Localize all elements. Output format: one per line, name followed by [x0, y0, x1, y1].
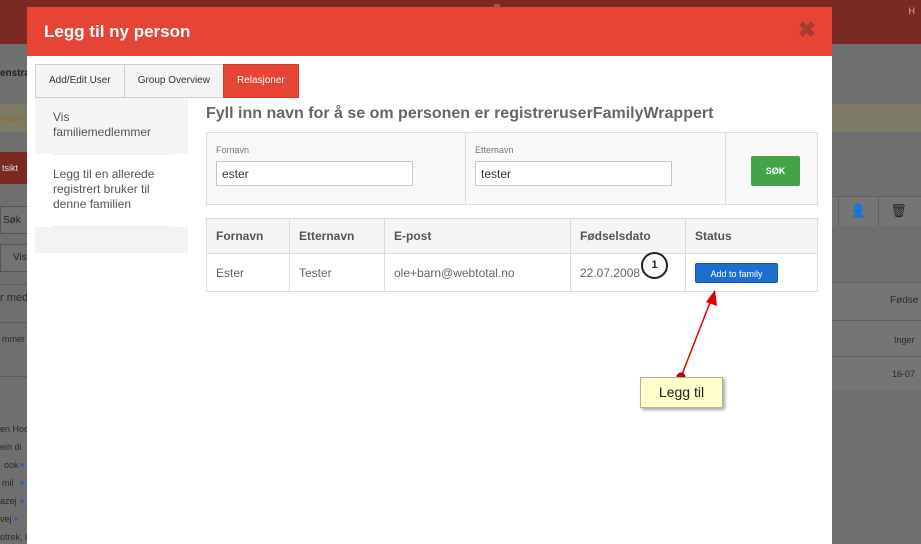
- tab-group-overview[interactable]: Group Overview: [123, 64, 224, 98]
- background-right-row: Inger: [832, 320, 921, 356]
- tab-add-edit-user[interactable]: Add/Edit User: [35, 64, 125, 98]
- table-row: Ester Tester ole+barn@webtotal.no 22.07.…: [206, 253, 818, 292]
- column-header-etternavn: Etternavn: [289, 218, 385, 254]
- background-label: vej: [0, 514, 12, 524]
- page-title: Fyll inn navn for å se om personen er re…: [206, 105, 714, 122]
- background-subheader-text: enstra: [0, 68, 31, 79]
- search-button[interactable]: SØK: [751, 156, 800, 186]
- cell-status: Add to family: [686, 254, 818, 292]
- add-to-family-button[interactable]: Add to family: [695, 262, 778, 283]
- results-table: Fornavn Etternavn E-post Fødselsdato Sta…: [206, 218, 818, 292]
- sidebar-empty-item: [35, 227, 188, 253]
- callout-tooltip: Legg til: [640, 377, 723, 408]
- cell-fodselsdato: 22.07.2008: [570, 253, 686, 292]
- background-red-button: tsikt: [0, 152, 30, 184]
- first-name-input[interactable]: ester: [216, 161, 413, 186]
- background-right-row: 16-07: [832, 356, 921, 390]
- background-label: otrek, l: [0, 532, 28, 542]
- modal-header: Legg til ny person ✖: [27, 7, 832, 56]
- last-name-field-group: Etternavn tester: [466, 133, 726, 204]
- background-topbar-text: H: [908, 6, 916, 16]
- background-label: ook: [4, 460, 19, 470]
- background-divider: [0, 284, 28, 285]
- background-divider: [0, 322, 28, 323]
- add-person-modal: Legg til ny person ✖ Add/Edit User Group…: [27, 7, 832, 544]
- background-view-button: Vis: [0, 244, 30, 272]
- background-right-cell: Inger: [894, 335, 915, 345]
- background-bullet: [20, 481, 24, 485]
- background-label: mil: [2, 478, 14, 488]
- background-label: azej: [0, 496, 17, 506]
- tab-bar: Add/Edit User Group Overview Relasjoner: [35, 64, 299, 98]
- search-form: Fornavn ester Etternavn tester SØK: [206, 132, 818, 205]
- step-number-badge: 1: [641, 252, 668, 279]
- last-name-label: Etternavn: [475, 145, 514, 155]
- first-name-label: Fornavn: [216, 145, 250, 155]
- close-icon[interactable]: ✖: [798, 19, 816, 41]
- column-header-fornavn: Fornavn: [206, 218, 290, 254]
- first-name-field-group: Fornavn ester: [207, 133, 466, 204]
- column-header-status: Status: [685, 218, 818, 254]
- column-header-fodselsdato: Fødselsdato: [570, 218, 686, 254]
- background-search-button: Søk: [0, 206, 28, 234]
- background-search-button-label: Søk: [3, 215, 21, 226]
- sidebar-item-add-existing-user[interactable]: Legg til en allerede registrert bruker t…: [35, 155, 188, 226]
- cell-etternavn: Tester: [289, 253, 385, 292]
- background-right-cell: 16-07: [892, 369, 916, 379]
- background-red-button-label: tsikt: [2, 163, 19, 173]
- table-header-row: Fornavn Etternavn E-post Fødselsdato Sta…: [206, 218, 818, 254]
- user-icon: 👤: [838, 196, 878, 226]
- background-bullet: [14, 517, 18, 521]
- cell-fornavn: Ester: [206, 253, 290, 292]
- trash-icon: 🗑: [878, 196, 918, 226]
- background-label: mmer: [2, 334, 25, 344]
- cell-epost: ole+barn@webtotal.no: [384, 253, 571, 292]
- main-content: Fyll inn navn for å se om personen er re…: [206, 105, 818, 292]
- background-label: r med: [0, 292, 29, 304]
- sidebar-item-view-family[interactable]: Vis familiemedlemmer: [35, 98, 188, 154]
- background-label: ein di: [0, 442, 22, 452]
- background-bullet: [20, 499, 24, 503]
- background-bullet: [20, 463, 24, 467]
- last-name-input[interactable]: tester: [475, 161, 672, 186]
- column-header-epost: E-post: [384, 218, 571, 254]
- background-right-header: Fødse: [832, 282, 921, 320]
- modal-title: Legg til ny person: [44, 22, 191, 41]
- background-warning-text: mport: [0, 113, 24, 123]
- background-view-button-label: Vis: [13, 252, 27, 263]
- background-divider: [0, 376, 28, 377]
- background-label: en Hod: [0, 424, 30, 434]
- background-right-header-text: Fødse: [890, 295, 919, 306]
- tab-relasjoner[interactable]: Relasjoner: [222, 64, 299, 98]
- sidebar: Vis familiemedlemmer Legg til en allered…: [35, 98, 188, 253]
